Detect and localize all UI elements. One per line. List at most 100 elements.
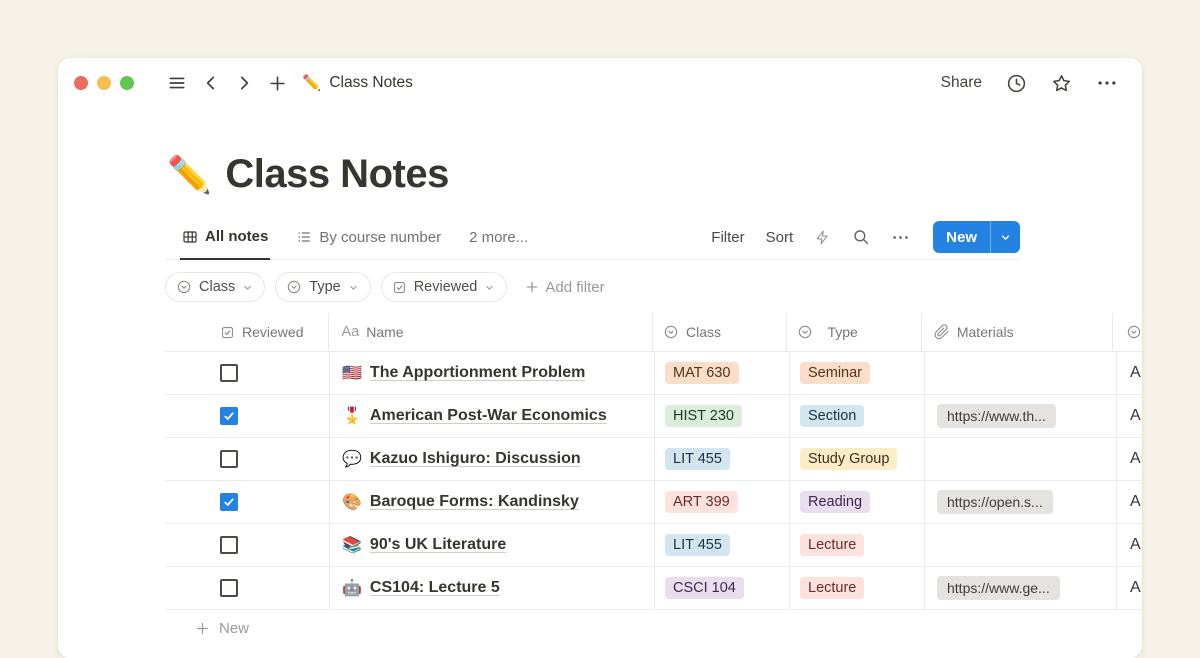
star-icon[interactable] — [1051, 73, 1072, 94]
more-icon[interactable] — [1096, 72, 1118, 94]
chevron-down-icon — [484, 282, 495, 293]
type-cell[interactable]: Seminar — [790, 352, 925, 394]
view-more-icon[interactable] — [891, 228, 910, 247]
class-cell[interactable]: LIT 455 — [655, 438, 790, 480]
materials-cell[interactable] — [925, 438, 1117, 480]
new-dropdown-button[interactable] — [990, 221, 1020, 253]
class-cell[interactable]: LIT 455 — [655, 524, 790, 566]
header-reviewed[interactable]: Reviewed — [165, 313, 329, 351]
trailing-cell[interactable]: A — [1117, 567, 1142, 609]
class-cell[interactable]: MAT 630 — [655, 352, 790, 394]
new-page-icon[interactable] — [268, 74, 287, 93]
reviewed-cell[interactable] — [165, 352, 330, 394]
filter-chip-reviewed[interactable]: Reviewed — [381, 272, 508, 302]
note-title-link[interactable]: American Post-War Economics — [370, 407, 607, 425]
name-cell[interactable]: 🤖 CS104: Lecture 5 — [330, 567, 655, 609]
materials-cell[interactable]: https://www.th... — [925, 395, 1117, 437]
type-cell[interactable]: Section — [790, 395, 925, 437]
sort-button[interactable]: Sort — [766, 229, 794, 246]
trailing-cell[interactable]: A — [1117, 438, 1142, 480]
reviewed-cell[interactable] — [165, 481, 330, 523]
select-icon — [663, 324, 679, 340]
reviewed-cell[interactable] — [165, 524, 330, 566]
note-title-link[interactable]: 90's UK Literature — [370, 536, 506, 554]
new-row-button[interactable]: New — [165, 610, 1142, 646]
type-tag: Reading — [800, 491, 870, 513]
class-cell[interactable]: HIST 230 — [655, 395, 790, 437]
new-button-label[interactable]: New — [933, 221, 990, 253]
header-label: Materials — [957, 324, 1014, 340]
note-title-link[interactable]: Kazuo Ishiguro: Discussion — [370, 450, 581, 468]
table-row[interactable]: 📚 90's UK Literature LIT 455 Lecture A — [165, 524, 1142, 567]
name-cell[interactable]: 💬 Kazuo Ishiguro: Discussion — [330, 438, 655, 480]
materials-cell[interactable] — [925, 352, 1117, 394]
materials-link[interactable]: https://www.ge... — [937, 576, 1060, 600]
note-title-link[interactable]: Baroque Forms: Kandinsky — [370, 493, 579, 511]
materials-cell[interactable] — [925, 524, 1117, 566]
forward-icon[interactable] — [235, 74, 253, 92]
filter-button[interactable]: Filter — [711, 229, 744, 246]
add-filter-button[interactable]: Add filter — [525, 279, 604, 296]
back-icon[interactable] — [202, 74, 220, 92]
page-title-text[interactable]: Class Notes — [225, 152, 448, 197]
row-checkbox[interactable] — [220, 536, 238, 554]
materials-cell[interactable]: https://www.ge... — [925, 567, 1117, 609]
trailing-cell[interactable]: A — [1117, 395, 1142, 437]
tab-more-views[interactable]: 2 more... — [467, 215, 530, 259]
close-window-button[interactable] — [74, 76, 88, 90]
name-cell[interactable]: 🇺🇸 The Apportionment Problem — [330, 352, 655, 394]
row-checkbox[interactable] — [220, 407, 238, 425]
reviewed-cell[interactable] — [165, 567, 330, 609]
trailing-cell[interactable]: A — [1117, 524, 1142, 566]
breadcrumb[interactable]: ✏️ Class Notes — [302, 74, 413, 93]
zoom-window-button[interactable] — [120, 76, 134, 90]
row-checkbox[interactable] — [220, 579, 238, 597]
search-icon[interactable] — [852, 228, 870, 246]
clock-icon[interactable] — [1006, 73, 1027, 94]
table-row[interactable]: 🎨 Baroque Forms: Kandinsky ART 399 Readi… — [165, 481, 1142, 524]
type-cell[interactable]: Reading — [790, 481, 925, 523]
table-row[interactable]: 🎖️ American Post-War Economics HIST 230 … — [165, 395, 1142, 438]
chevron-down-icon — [348, 282, 359, 293]
trailing-cell[interactable]: A — [1117, 352, 1142, 394]
type-cell[interactable]: Lecture — [790, 524, 925, 566]
reviewed-cell[interactable] — [165, 395, 330, 437]
page-emoji-icon[interactable]: ✏️ — [167, 154, 211, 196]
military-medal-icon: 🎖️ — [342, 406, 362, 426]
share-button[interactable]: Share — [941, 74, 982, 92]
name-cell[interactable]: 🎖️ American Post-War Economics — [330, 395, 655, 437]
chevron-down-icon — [999, 231, 1012, 244]
header-type[interactable]: Type — [787, 313, 921, 351]
materials-cell[interactable]: https://open.s... — [925, 481, 1117, 523]
table-row[interactable]: 🇺🇸 The Apportionment Problem MAT 630 Sem… — [165, 352, 1142, 395]
class-cell[interactable]: ART 399 — [655, 481, 790, 523]
table-row[interactable]: 🤖 CS104: Lecture 5 CSCI 104 Lecture http… — [165, 567, 1142, 610]
minimize-window-button[interactable] — [97, 76, 111, 90]
header-materials[interactable]: Materials — [922, 313, 1113, 351]
header-class[interactable]: Class — [653, 313, 787, 351]
type-cell[interactable]: Lecture — [790, 567, 925, 609]
note-title-link[interactable]: CS104: Lecture 5 — [370, 579, 500, 597]
filter-chip-type[interactable]: Type — [275, 272, 370, 302]
type-cell[interactable]: Study Group — [790, 438, 925, 480]
materials-link[interactable]: https://open.s... — [937, 490, 1053, 514]
materials-link[interactable]: https://www.th... — [937, 404, 1056, 428]
filter-chip-class[interactable]: Class — [165, 272, 265, 302]
row-checkbox[interactable] — [220, 493, 238, 511]
row-checkbox[interactable] — [220, 364, 238, 382]
row-checkbox[interactable] — [220, 450, 238, 468]
header-name[interactable]: Aa Name — [329, 313, 653, 351]
note-title-link[interactable]: The Apportionment Problem — [370, 364, 585, 382]
trailing-cell[interactable]: A — [1117, 481, 1142, 523]
menu-icon[interactable] — [167, 73, 187, 93]
header-trailing[interactable] — [1113, 313, 1142, 351]
tab-by-course-number[interactable]: By course number — [294, 215, 443, 259]
zap-icon[interactable] — [814, 229, 831, 246]
name-cell[interactable]: 🎨 Baroque Forms: Kandinsky — [330, 481, 655, 523]
name-cell[interactable]: 📚 90's UK Literature — [330, 524, 655, 566]
tab-all-notes[interactable]: All notes — [180, 216, 270, 260]
table-row[interactable]: 💬 Kazuo Ishiguro: Discussion LIT 455 Stu… — [165, 438, 1142, 481]
new-button[interactable]: New — [933, 221, 1020, 253]
reviewed-cell[interactable] — [165, 438, 330, 480]
class-cell[interactable]: CSCI 104 — [655, 567, 790, 609]
